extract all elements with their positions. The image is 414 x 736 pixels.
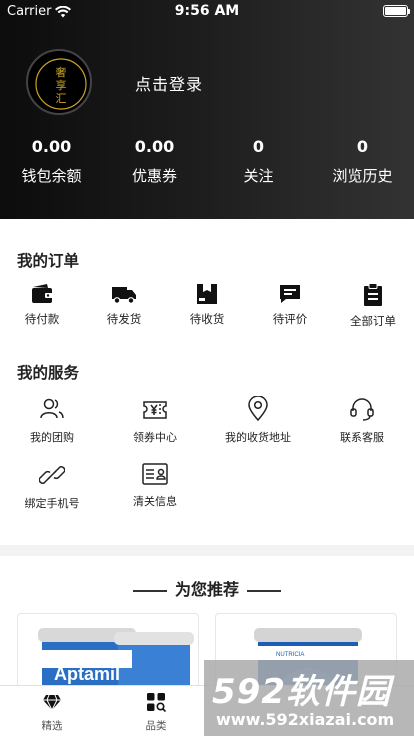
order-label: 待收货 [189, 312, 225, 326]
divider [132, 589, 167, 592]
stats-row: 0.00 钱包余额 0.00 优惠券 0 关注 0 浏览历史 [0, 136, 414, 196]
service-label: 我的团购 [30, 431, 74, 444]
svg-text:奢: 奢 [56, 65, 67, 79]
tab-category[interactable]: 品类 [104, 692, 208, 733]
watermark-brand: 592软件园 [212, 672, 391, 712]
avatar[interactable]: 奢 享 汇 [26, 49, 92, 115]
service-customer-support[interactable]: 联系客服 [317, 396, 407, 445]
stat-value: 0.00 [31, 137, 72, 156]
wallet-icon [32, 284, 53, 303]
watermark: 592软件园 www.592xiazai.com [204, 660, 414, 736]
order-label: 待发货 [106, 312, 142, 326]
clock: 9:56 AM [174, 3, 240, 19]
group-icon [40, 398, 64, 419]
stat-wallet[interactable]: 0.00 钱包余额 [0, 136, 103, 186]
status-bar: Carrier 9:56 AM [0, 0, 414, 22]
logo-image: 奢 享 汇 [35, 58, 87, 110]
product-brand: Aptamil [54, 664, 120, 684]
tab-label: 精选 [41, 720, 63, 732]
id-card-icon [142, 463, 168, 485]
stat-value: 0.00 [134, 137, 175, 156]
tab-label: 品类 [145, 720, 167, 732]
tab-featured[interactable]: 精选 [0, 692, 104, 733]
service-label: 联系客服 [340, 431, 384, 444]
login-link[interactable]: 点击登录 [135, 71, 203, 95]
service-label: 清关信息 [133, 495, 177, 508]
battery-icon [383, 5, 410, 17]
stat-following[interactable]: 0 关注 [207, 136, 310, 186]
service-shipping-address[interactable]: 我的收货地址 [213, 396, 303, 445]
service-coupon-center[interactable]: 领券中心 [110, 396, 200, 445]
stat-value: 0 [252, 137, 265, 156]
headset-icon [350, 398, 374, 421]
stat-history[interactable]: 0 浏览历史 [311, 136, 414, 186]
recommend-title-text: 为您推荐 [174, 580, 239, 599]
order-pending-payment[interactable]: 待付款 [7, 283, 77, 327]
svg-text:汇: 汇 [56, 92, 67, 105]
stat-coupons[interactable]: 0.00 优惠券 [103, 136, 206, 186]
divider [247, 589, 281, 592]
service-customs-info[interactable]: 清关信息 [110, 462, 200, 509]
comment-icon [280, 285, 300, 303]
stat-label: 浏览历史 [332, 167, 393, 185]
recommend-title: 为您推荐 [0, 576, 414, 600]
truck-icon [112, 287, 136, 304]
diamond-icon [43, 694, 61, 712]
coupon-icon [143, 401, 167, 419]
order-pending-receipt[interactable]: 待收货 [172, 283, 242, 327]
stat-label: 钱包余额 [21, 167, 82, 185]
order-label: 待评价 [272, 312, 308, 326]
service-group-buy[interactable]: 我的团购 [7, 396, 97, 445]
product-brand: NUTRICIA [276, 652, 304, 658]
package-icon [197, 284, 217, 304]
category-icon [147, 693, 167, 713]
order-label: 待付款 [24, 312, 60, 326]
profile-header: Carrier 9:56 AM 奢 享 汇 点击登录 0.00 钱包余额 0.0… [0, 0, 414, 219]
service-label: 领券中心 [133, 431, 177, 444]
order-all[interactable]: 全部订单 [338, 283, 408, 329]
order-pending-shipment[interactable]: 待发货 [89, 283, 159, 327]
order-label: 全部订单 [350, 314, 396, 328]
orders-title: 我的订单 [17, 252, 80, 270]
services-title: 我的服务 [17, 364, 80, 382]
order-pending-review[interactable]: 待评价 [255, 283, 325, 327]
stat-label: 优惠券 [131, 167, 177, 185]
service-bind-phone[interactable]: 绑定手机号 [7, 462, 97, 511]
service-label: 绑定手机号 [24, 497, 80, 510]
svg-text:享: 享 [56, 78, 67, 92]
stat-label: 关注 [243, 167, 274, 185]
watermark-url: www.592xiazai.com [216, 710, 395, 729]
service-label: 我的收货地址 [225, 431, 291, 444]
orders-services-card: 我的订单 待付款 待发货 待收货 待评价 全部订单 我的服务 我的团购 领券中心… [0, 219, 414, 545]
clipboard-icon [364, 283, 382, 306]
order-status-row: 待付款 待发货 待收货 待评价 全部订单 [0, 283, 414, 333]
location-icon [248, 396, 268, 422]
screen: Carrier 9:56 AM 奢 享 汇 点击登录 0.00 钱包余额 0.0… [0, 0, 414, 736]
link-icon [39, 466, 65, 484]
stat-value: 0 [356, 137, 369, 156]
